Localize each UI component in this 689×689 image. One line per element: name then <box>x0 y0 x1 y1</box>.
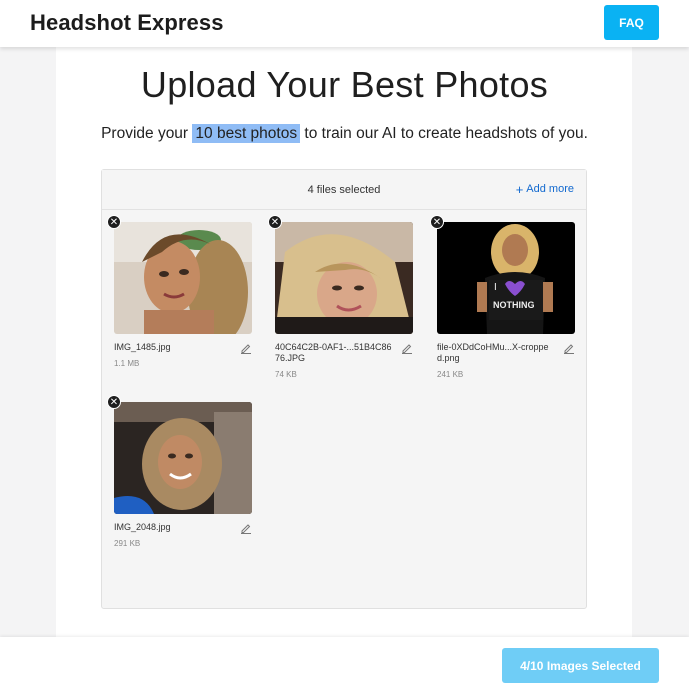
subtitle-prefix: Provide your <box>101 125 193 142</box>
photo-thumbnail <box>114 222 252 334</box>
page-title: Upload Your Best Photos <box>140 64 549 105</box>
brand-logo-text[interactable]: Headshot Express <box>30 10 224 36</box>
pencil-icon[interactable] <box>563 342 575 354</box>
close-icon[interactable]: ✕ <box>107 395 121 409</box>
add-more-button[interactable]: + Add more <box>515 181 574 197</box>
svg-text:I: I <box>494 282 497 293</box>
file-size: 74 KB <box>275 370 297 379</box>
upload-dropzone[interactable]: 4 files selected + Add more ✕ IMG_1485.j… <box>101 169 587 609</box>
file-tile: ✕ IMG_2048.jpg 291 KB <box>107 395 252 552</box>
close-icon[interactable]: ✕ <box>107 215 121 229</box>
add-more-label: Add more <box>526 183 574 195</box>
subtitle-highlight: 10 best photos <box>192 124 301 143</box>
subtitle-suffix: to train our AI to create headshots of y… <box>300 125 588 142</box>
photo-thumbnail: I NOTHING <box>437 222 575 334</box>
file-tile: ✕ I NOTHING file-0XDdCoHMu...X-cropped.p… <box>430 215 575 382</box>
plus-icon: + <box>515 181 524 197</box>
close-icon[interactable]: ✕ <box>430 215 444 229</box>
page-subtitle: Provide your 10 best photos to train our… <box>0 124 689 143</box>
files-selected-count: 4 files selected <box>307 184 381 196</box>
file-tile: ✕ IMG_1485.jpg 1.1 MB <box>107 215 252 372</box>
faq-button[interactable]: FAQ <box>604 5 659 40</box>
close-icon[interactable]: ✕ <box>268 215 282 229</box>
svg-text:NOTHING: NOTHING <box>493 300 535 310</box>
file-name: file-0XDdCoHMu...X-cropped.png <box>437 342 549 363</box>
photo-thumbnail <box>114 402 252 514</box>
pencil-icon[interactable] <box>240 342 252 354</box>
file-tile: ✕ 40C64C2B-0AF1-...51B4C8676.JPG 74 KB <box>268 215 413 382</box>
file-name: IMG_1485.jpg <box>114 342 171 352</box>
pencil-icon[interactable] <box>401 342 413 354</box>
file-size: 241 KB <box>437 370 464 379</box>
file-size: 291 KB <box>114 539 141 548</box>
photo-thumbnail <box>275 222 413 334</box>
file-size: 1.1 MB <box>114 359 140 368</box>
bottom-bar: 4/10 Images Selected <box>0 637 689 689</box>
file-name: IMG_2048.jpg <box>114 522 171 532</box>
file-name: 40C64C2B-0AF1-...51B4C8676.JPG <box>275 342 392 363</box>
images-selected-button[interactable]: 4/10 Images Selected <box>502 648 659 683</box>
pencil-icon[interactable] <box>240 522 252 534</box>
top-header: Headshot Express FAQ <box>0 0 689 47</box>
uploader-header: 4 files selected + Add more <box>102 170 586 210</box>
